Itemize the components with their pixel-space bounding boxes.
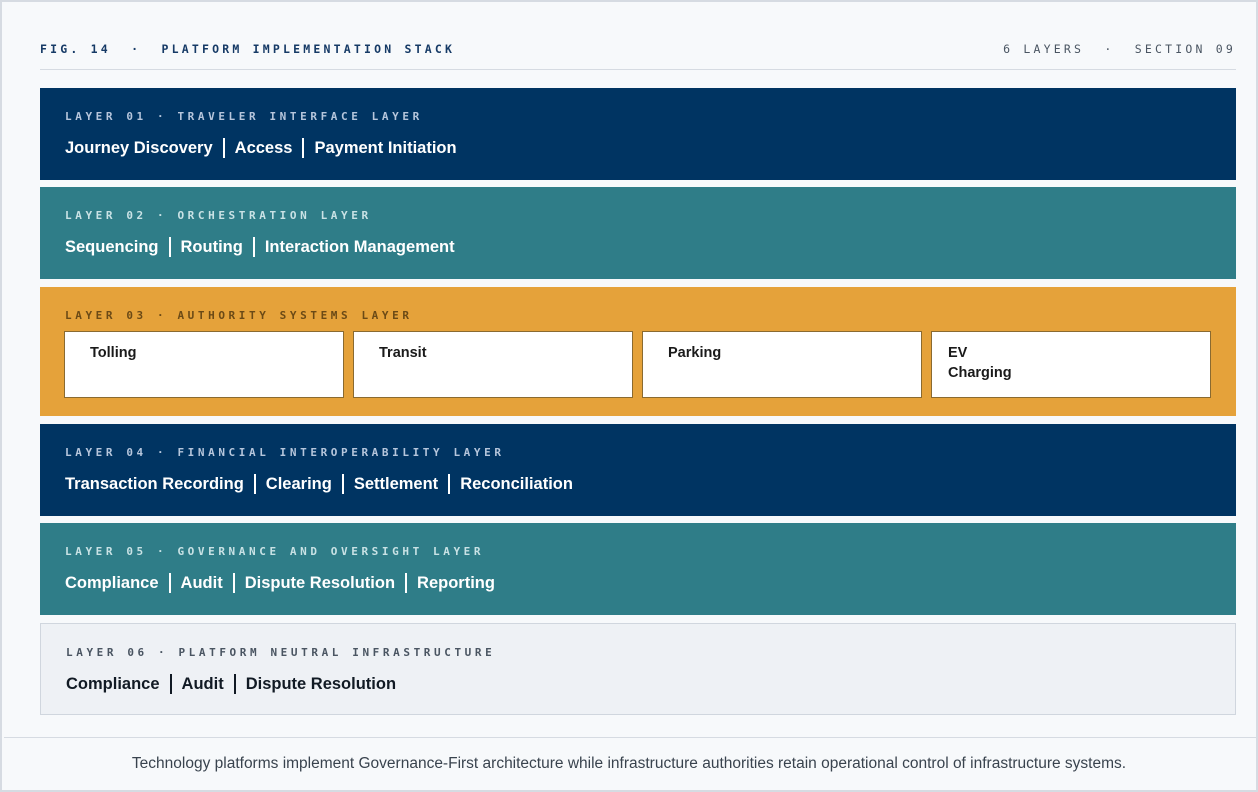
separator [341, 474, 344, 494]
separator [405, 573, 408, 593]
layer-03-tag: LAYER 03 · AUTHORITY SYSTEMS LAYER [65, 309, 413, 322]
separator [252, 237, 255, 257]
authority-systems: Tolling Transit Parking EV Charging [64, 331, 1211, 398]
authority-box-parking: Parking [642, 331, 922, 398]
layer-02-components: Sequencing Routing Interaction Managemen… [65, 237, 1236, 257]
figure-frame: FIG. 14 · PLATFORM IMPLEMENTATION STACK … [0, 0, 1258, 792]
authority-box-tolling: Tolling [64, 331, 344, 398]
layer-02: LAYER 02 · ORCHESTRATION LAYER Sequencin… [40, 187, 1236, 279]
component: Settlement [353, 474, 439, 493]
component: Compliance [65, 573, 159, 592]
component: Reconciliation [460, 474, 573, 493]
separator [302, 138, 305, 158]
layer-01-tag: LAYER 01 · TRAVELER INTERFACE LAYER [65, 110, 423, 123]
component: Dispute Resolution [244, 573, 396, 592]
separator [168, 573, 171, 593]
authority-box-transit: Transit [353, 331, 633, 398]
component: Audit [180, 573, 223, 592]
figure-header: FIG. 14 · PLATFORM IMPLEMENTATION STACK … [40, 38, 1236, 70]
figure-caption: Technology platforms implement Governanc… [131, 755, 1127, 772]
component: Payment Initiation [314, 138, 457, 157]
component: Transaction Recording [65, 474, 244, 493]
separator [253, 474, 256, 494]
component: Routing [180, 237, 243, 256]
layer-06-components: Compliance Audit Dispute Resolution [66, 674, 1235, 694]
component: Reporting [417, 573, 495, 592]
layer-04-components: Transaction Recording Clearing Settlemen… [65, 474, 1236, 494]
component: Audit [181, 674, 224, 693]
component: Access [234, 138, 293, 157]
layer-06-tag: LAYER 06 · PLATFORM NEUTRAL INFRASTRUCTU… [66, 646, 496, 659]
separator [448, 474, 451, 494]
layer-05-tag: LAYER 05 · GOVERNANCE AND OVERSIGHT LAYE… [65, 545, 485, 558]
component: Interaction Management [264, 237, 455, 256]
component: Clearing [265, 474, 332, 493]
layer-06: LAYER 06 · PLATFORM NEUTRAL INFRASTRUCTU… [40, 623, 1236, 715]
layer-02-tag: LAYER 02 · ORCHESTRATION LAYER [65, 209, 372, 222]
caption-divider [4, 737, 1258, 738]
layer-01: LAYER 01 · TRAVELER INTERFACE LAYER Jour… [40, 88, 1236, 180]
separator [168, 237, 171, 257]
layer-05: LAYER 05 · GOVERNANCE AND OVERSIGHT LAYE… [40, 523, 1236, 615]
separator [169, 674, 172, 694]
component: Journey Discovery [65, 138, 213, 157]
figure-title: FIG. 14 · PLATFORM IMPLEMENTATION STACK [40, 42, 456, 56]
layer-01-components: Journey Discovery Access Payment Initiat… [65, 138, 1236, 158]
component: Sequencing [65, 237, 159, 256]
separator [222, 138, 225, 158]
component: Compliance [66, 674, 160, 693]
layer-03: LAYER 03 · AUTHORITY SYSTEMS LAYER Tolli… [40, 287, 1236, 416]
layer-04-tag: LAYER 04 · FINANCIAL INTEROPERABILITY LA… [65, 446, 505, 459]
separator [232, 573, 235, 593]
layer-05-components: Compliance Audit Dispute Resolution Repo… [65, 573, 1236, 593]
component: Dispute Resolution [245, 674, 397, 693]
authority-box-ev-charging: EV Charging [931, 331, 1211, 398]
figure-meta: 6 LAYERS · SECTION 09 [1003, 42, 1236, 56]
layer-04: LAYER 04 · FINANCIAL INTEROPERABILITY LA… [40, 424, 1236, 516]
separator [233, 674, 236, 694]
